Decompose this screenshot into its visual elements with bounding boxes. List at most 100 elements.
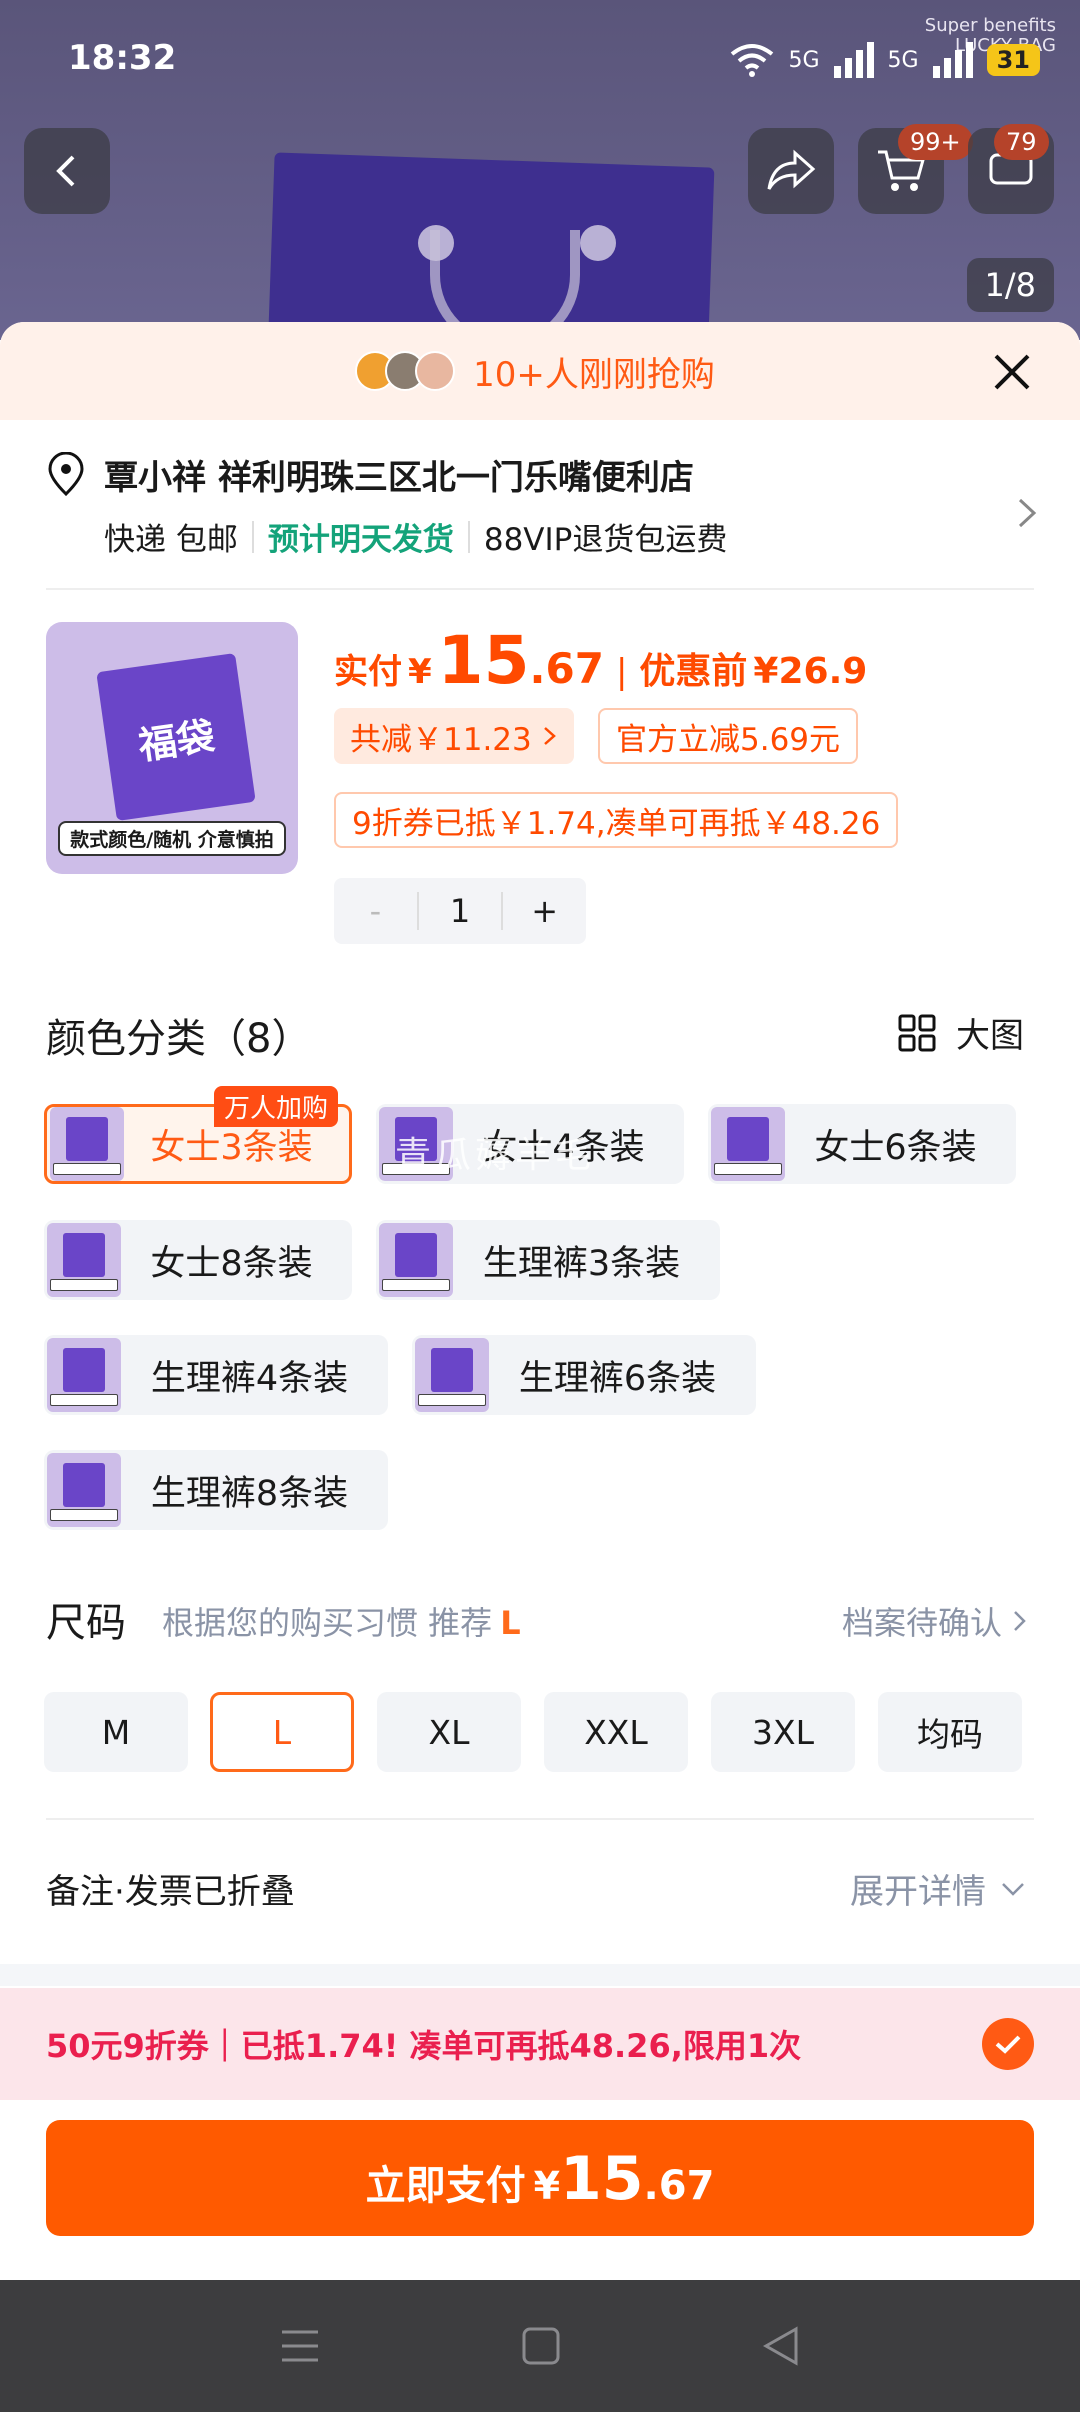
total-discount-chip[interactable]: 共减￥11.23: [334, 708, 574, 764]
address-row[interactable]: 覃小祥 祥利明珠三区北一门乐嘴便利店 快递 包邮 预计明天发货 88VIP退货包…: [46, 450, 1040, 570]
size-option[interactable]: M: [44, 1692, 188, 1772]
gallery-page-indicator: 1/8: [966, 258, 1054, 312]
color-option[interactable]: 生理裤6条装: [412, 1335, 756, 1415]
brand-line1: Super benefits: [924, 15, 1056, 36]
buyer-avatars: [355, 351, 456, 391]
cart-button[interactable]: 99+: [858, 124, 973, 214]
coupon-bar[interactable]: 50元9折券｜已抵1.74! 凑单可再抵48.26,限用1次: [0, 1988, 1080, 2100]
price-line: 实付 ¥ 15 .67 | 优惠前 ¥26.9: [334, 622, 867, 699]
share-button[interactable]: [748, 128, 834, 214]
big-view-label: 大图: [956, 1016, 1024, 1056]
coupon-info-text: 9折券已抵￥1.74,凑单可再抵￥48.26: [352, 805, 881, 842]
total-discount-text: 共减￥11.23: [350, 721, 532, 758]
size-option[interactable]: 3XL: [711, 1692, 855, 1772]
currency: ¥: [408, 652, 432, 692]
divider: [251, 520, 254, 553]
size-profile-link[interactable]: 档案待确认: [842, 1598, 1028, 1644]
option-thumb: [711, 1107, 785, 1181]
status-bar: 18:32 Super benefits LUCKY BAG 5G 5G 31: [0, 0, 1080, 120]
size-option[interactable]: XL: [377, 1692, 521, 1772]
avatar: [415, 351, 456, 391]
divider: |: [615, 652, 628, 692]
delivery-estimate: 预计明天发货: [267, 522, 454, 558]
quantity-value[interactable]: 1: [416, 892, 504, 930]
location-pin-icon: [48, 452, 84, 496]
coupon-text: 50元9折券｜已抵1.74! 凑单可再抵48.26,限用1次: [46, 2027, 802, 2065]
image-watermark: 青瓜薅羊毛: [395, 1135, 596, 1176]
size-recommendation: 根据您的购买习惯 推荐 L: [162, 1598, 521, 1644]
share-icon: [767, 149, 816, 190]
product-thumbnail[interactable]: 福袋 款式颜色/随机 介意慎拍: [46, 622, 298, 874]
wifi-icon: [730, 44, 773, 77]
pay-price-dec: .67: [643, 2163, 715, 2209]
note-invoice-label: 备注·发票已折叠: [46, 1872, 295, 1912]
check-icon[interactable]: [982, 2018, 1034, 2070]
size-section-title: 尺码: [46, 1600, 126, 1646]
chevron-down-icon: [1002, 1882, 1024, 1896]
section-gap: [0, 1964, 1080, 1986]
shipping-method: 快递 包邮: [104, 522, 238, 558]
option-thumb: [47, 1453, 121, 1527]
option-label: 生理裤8条装: [150, 1473, 349, 1514]
divider: [467, 520, 470, 553]
color-option[interactable]: 生理裤8条装: [44, 1450, 388, 1530]
menu-icon[interactable]: [280, 2328, 320, 2364]
close-icon[interactable]: [984, 344, 1040, 400]
address-text: 覃小祥 祥利明珠三区北一门乐嘴便利店: [104, 458, 694, 498]
size-option[interactable]: XXL: [544, 1692, 688, 1772]
home-icon[interactable]: [521, 2326, 561, 2366]
pay-label: 立即支付: [365, 2163, 526, 2209]
before-price: ¥26.9: [753, 651, 868, 692]
color-option[interactable]: 女士6条装: [708, 1104, 1016, 1184]
back-triangle-icon[interactable]: [762, 2326, 800, 2366]
option-label: 生理裤3条装: [482, 1243, 681, 1284]
coupon-info-chip: 9折券已抵￥1.74,凑单可再抵￥48.26: [334, 792, 899, 848]
size-hint-text: 根据您的购买习惯 推荐: [162, 1604, 493, 1642]
option-label: 生理裤4条装: [150, 1358, 349, 1399]
color-option[interactable]: 女士8条装: [44, 1220, 352, 1300]
status-icons: 5G 5G 31: [729, 42, 1040, 78]
sku-selection-sheet: 10+人刚刚抢购 覃小祥 祥利明珠三区北一门乐嘴便利店 快递 包邮 预计明天发货…: [0, 322, 1080, 2280]
chevron-right-icon: [1018, 498, 1037, 528]
size-option[interactable]: 均码: [878, 1692, 1022, 1772]
option-thumb: [379, 1223, 453, 1297]
quantity-stepper: - 1 +: [334, 878, 586, 944]
profile-label: 档案待确认: [841, 1604, 1002, 1642]
message-badge: 79: [994, 124, 1049, 160]
hot-tag: 万人加购: [214, 1086, 339, 1127]
size-option[interactable]: L: [210, 1692, 354, 1772]
return-policy: 88VIP退货包运费: [483, 522, 728, 558]
bag-rivet-right: [580, 225, 616, 261]
price-int: 15: [437, 622, 530, 699]
official-discount-text: 官方立减5.69元: [616, 721, 841, 758]
thumb-caption: 款式颜色/随机 介意慎拍: [58, 821, 286, 856]
status-time: 18:32: [68, 38, 177, 78]
grid-icon: [898, 1014, 936, 1051]
decrease-button[interactable]: -: [334, 892, 417, 930]
cart-badge: 99+: [898, 124, 973, 160]
expand-details-button[interactable]: 展开详情: [850, 1864, 1026, 1913]
purchase-activity-banner: 10+人刚刚抢购: [0, 322, 1080, 420]
system-navigation-bar: [0, 2280, 1080, 2412]
banner-text: 10+人刚刚抢购: [473, 354, 715, 395]
pay-currency: ¥: [533, 2164, 561, 2208]
signal-icon-1: [833, 42, 874, 78]
chevron-right-icon: [543, 727, 556, 745]
price-dec: .67: [529, 644, 604, 693]
option-thumb: [47, 1223, 121, 1297]
back-button[interactable]: [24, 128, 110, 214]
pay-now-button[interactable]: 立即支付 ¥ 15 .67: [46, 2120, 1034, 2236]
big-view-toggle[interactable]: 大图: [898, 1008, 1024, 1057]
shipping-info: 快递 包邮 预计明天发货 88VIP退货包运费: [104, 514, 727, 559]
option-label: 女士6条装: [814, 1127, 977, 1168]
official-discount-chip: 官方立减5.69元: [598, 708, 859, 764]
option-thumb: [415, 1338, 489, 1412]
option-thumb: [50, 1107, 124, 1181]
increase-button[interactable]: +: [503, 892, 586, 930]
size-hint-value: L: [500, 1604, 521, 1642]
option-thumb: [47, 1338, 121, 1412]
message-button[interactable]: 79: [968, 124, 1054, 214]
color-section-title: 颜色分类（8）: [46, 1016, 312, 1062]
color-option[interactable]: 生理裤3条装: [376, 1220, 720, 1300]
color-option[interactable]: 生理裤4条装: [44, 1335, 388, 1415]
